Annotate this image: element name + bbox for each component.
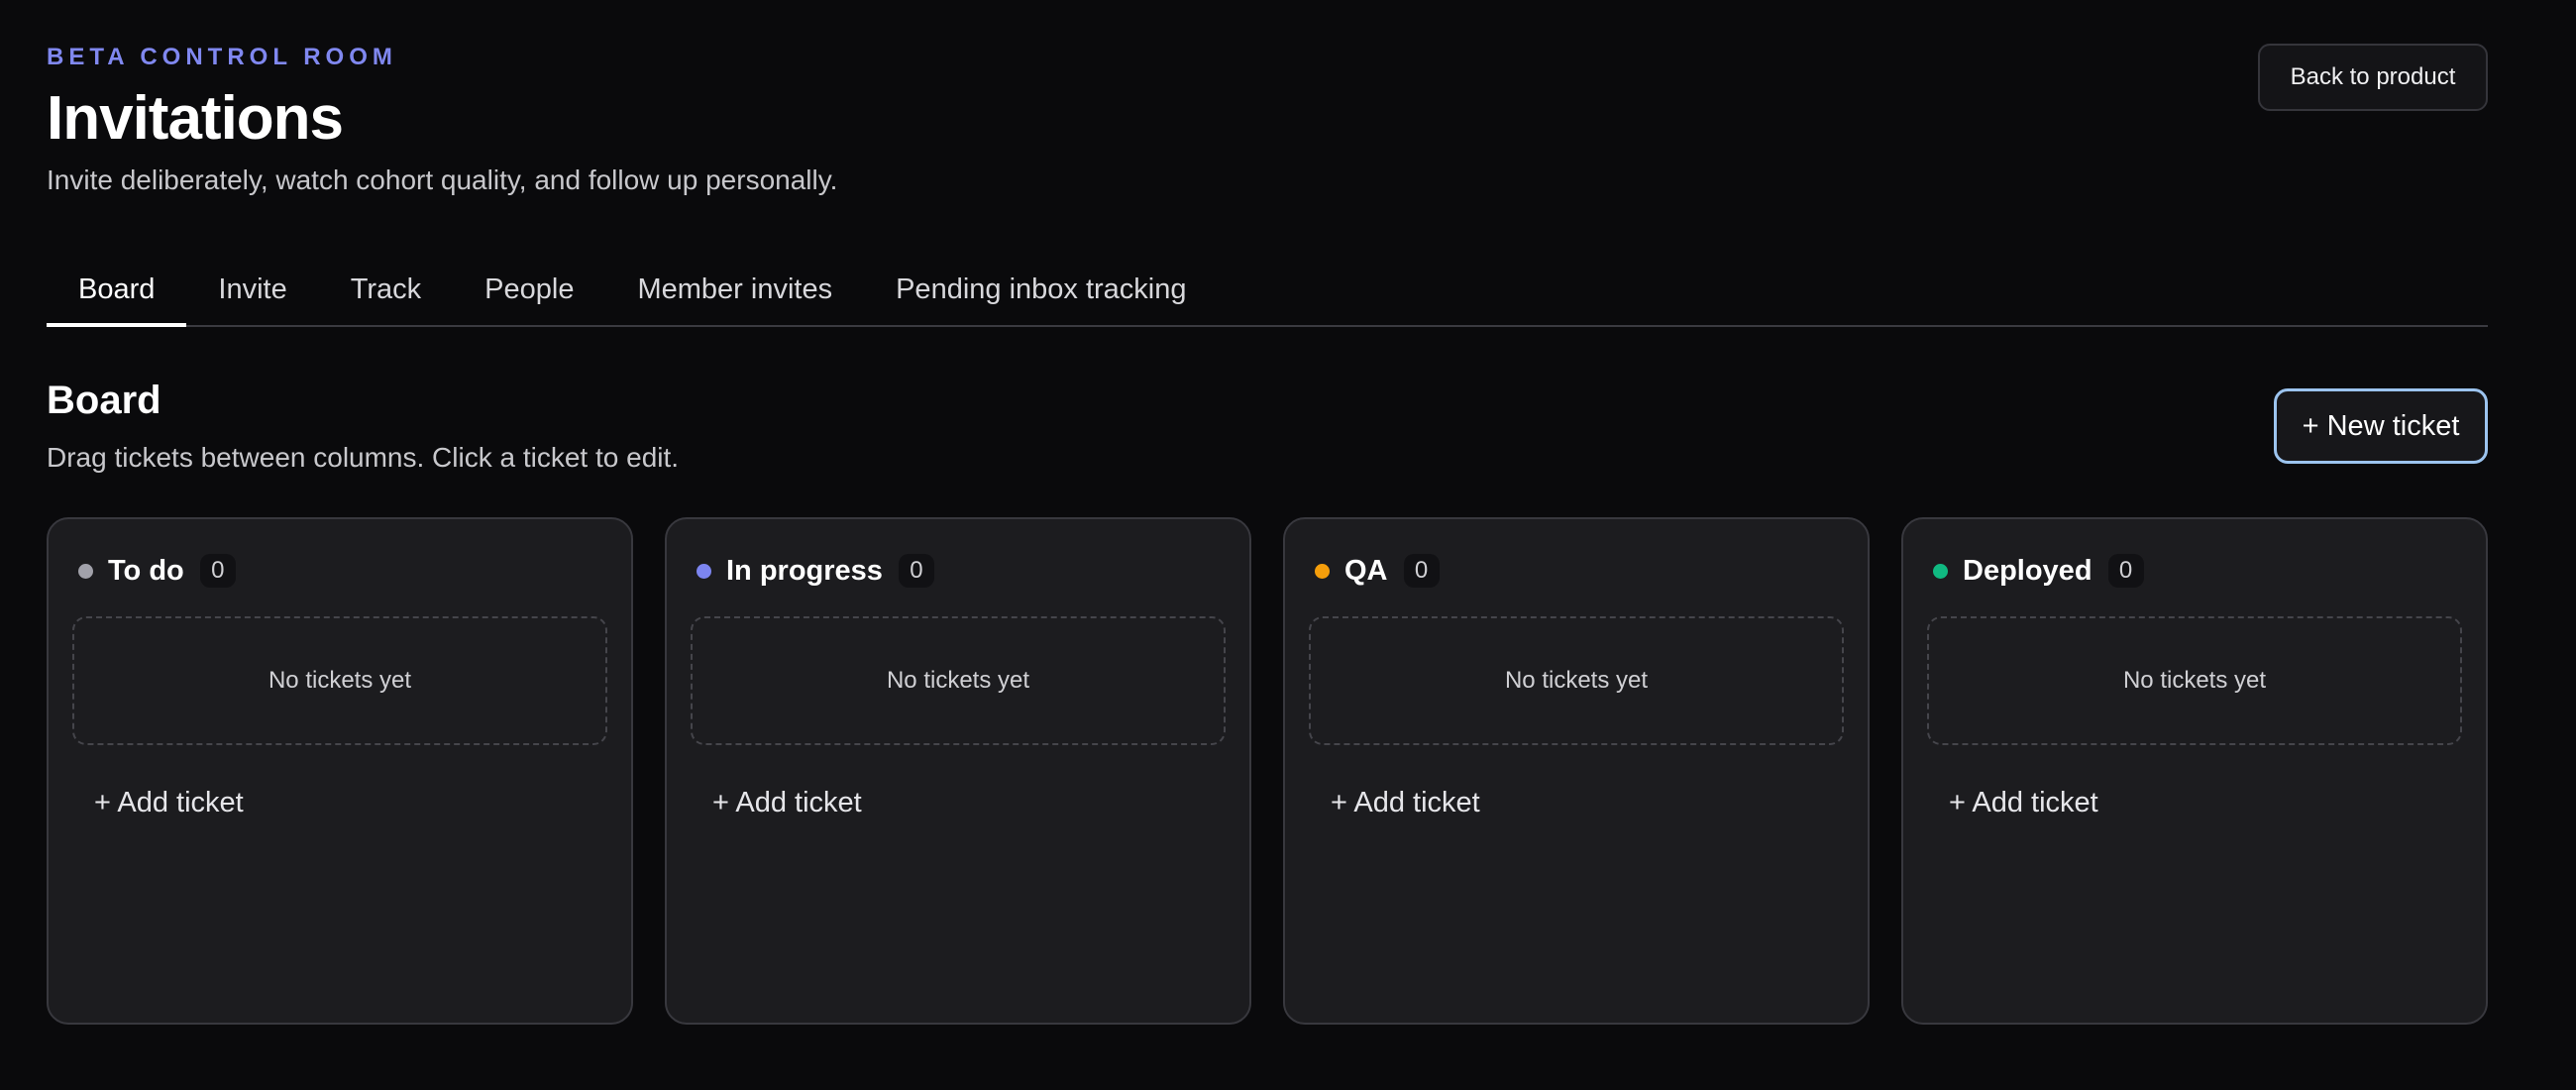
empty-state: No tickets yet — [1309, 616, 1844, 745]
tab-bar: Board Invite Track People Member invites… — [47, 254, 2488, 327]
empty-state: No tickets yet — [691, 616, 1226, 745]
kanban-board: To do 0 No tickets yet + Add ticket In p… — [47, 517, 2488, 1025]
column-qa[interactable]: QA 0 No tickets yet + Add ticket — [1283, 517, 1870, 1025]
status-dot-icon — [697, 563, 711, 579]
column-title: To do — [108, 554, 184, 587]
back-to-product-button[interactable]: Back to product — [2258, 44, 2488, 111]
column-title: QA — [1344, 554, 1388, 587]
empty-state: No tickets yet — [72, 616, 607, 745]
tab-board[interactable]: Board — [47, 254, 187, 327]
column-in-progress[interactable]: In progress 0 No tickets yet + Add ticke… — [665, 517, 1251, 1025]
add-ticket-button[interactable]: + Add ticket — [94, 787, 244, 819]
new-ticket-button[interactable]: + New ticket — [2274, 388, 2488, 464]
column-header: QA 0 — [1315, 549, 1440, 593]
status-dot-icon — [78, 563, 93, 579]
column-count-badge: 0 — [199, 554, 236, 588]
board-subtitle: Drag tickets between columns. Click a ti… — [47, 442, 680, 473]
tab-invite[interactable]: Invite — [186, 254, 318, 325]
tab-people[interactable]: People — [453, 254, 605, 325]
column-title: In progress — [726, 554, 883, 587]
column-count-badge: 0 — [1403, 554, 1440, 588]
tab-pending-inbox-tracking[interactable]: Pending inbox tracking — [864, 254, 1218, 325]
tab-track[interactable]: Track — [319, 254, 453, 325]
column-header: Deployed 0 — [1933, 549, 2144, 593]
column-count-badge: 0 — [898, 554, 934, 588]
add-ticket-button[interactable]: + Add ticket — [712, 787, 862, 819]
column-header: In progress 0 — [697, 549, 934, 593]
tab-member-invites[interactable]: Member invites — [605, 254, 864, 325]
page-title: Invitations — [47, 84, 344, 153]
column-header: To do 0 — [78, 549, 236, 593]
status-dot-icon — [1315, 563, 1330, 579]
page-subtitle: Invite deliberately, watch cohort qualit… — [47, 164, 838, 195]
column-deployed[interactable]: Deployed 0 No tickets yet + Add ticket — [1901, 517, 2488, 1025]
column-count-badge: 0 — [2107, 554, 2144, 588]
add-ticket-button[interactable]: + Add ticket — [1331, 787, 1480, 819]
status-dot-icon — [1933, 563, 1948, 579]
column-to-do[interactable]: To do 0 No tickets yet + Add ticket — [47, 517, 633, 1025]
board-title: Board — [47, 379, 161, 422]
column-title: Deployed — [1963, 554, 2093, 587]
empty-state: No tickets yet — [1927, 616, 2462, 745]
eyebrow-label: BETA CONTROL ROOM — [47, 44, 397, 70]
add-ticket-button[interactable]: + Add ticket — [1949, 787, 2098, 819]
